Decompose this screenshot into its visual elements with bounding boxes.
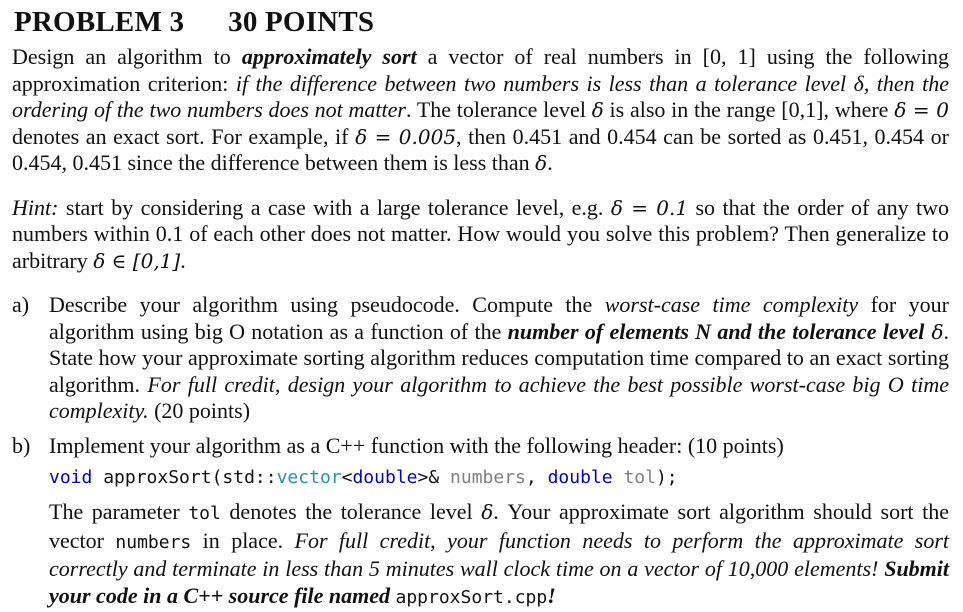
part-b: b) Implement your algorithm as a C++ fun…	[12, 433, 949, 612]
part-b-text-7: in place.	[191, 527, 295, 553]
hint-text-1: start by considering a case with a large…	[58, 194, 611, 220]
part-a-text: Describe your algorithm using pseudocode…	[49, 292, 949, 425]
delta-example-expression: δ = 0.005	[355, 124, 457, 149]
code-end: );	[655, 467, 678, 488]
part-b-text-1: The parameter	[49, 499, 189, 524]
part-a-label: a)	[12, 292, 30, 317]
code-param-tol: tol	[623, 467, 656, 488]
problem-statement: Design an algorithm to approximately sor…	[12, 44, 949, 177]
hint-paragraph: Hint: start by considering a case with a…	[12, 195, 949, 275]
intro-text-1: Design an algorithm to	[12, 44, 242, 69]
part-b-text-3: denotes the tolerance level	[220, 499, 482, 524]
delta-symbol: δ	[481, 500, 494, 524]
problem-points: 30 POINTS	[228, 6, 375, 38]
problem-heading: PROBLEM 3 30 POINTS	[14, 4, 949, 40]
code-function-name: approxSort(std::	[92, 467, 277, 488]
code-angle-close-ref: >&	[417, 467, 451, 488]
delta-symbol: δ	[535, 151, 548, 175]
intro-text-5: . The tolerance level	[405, 97, 592, 122]
code-keyword-void: void	[49, 467, 93, 488]
submission-exclamation: !	[547, 582, 556, 608]
delta-zero-expression: δ = 0	[894, 98, 949, 122]
code-comma: ,	[525, 467, 548, 488]
delta-symbol: δ	[591, 98, 604, 122]
part-b-body: Implement your algorithm as a C++ functi…	[49, 433, 949, 612]
inline-code-filename: approxSort.cpp	[395, 586, 548, 608]
part-b-instruction: Implement your algorithm as a C++ functi…	[49, 432, 784, 458]
code-type-vector: vector	[276, 467, 342, 488]
part-a: a) Describe your algorithm using pseudoc…	[12, 292, 949, 425]
part-a-text-1: Describe your algorithm using pseudocode…	[49, 292, 605, 317]
hint-text-5: .	[180, 247, 186, 273]
code-keyword-double: double	[352, 467, 418, 488]
intro-text-13: .	[547, 150, 553, 175]
function-of-n-and-delta-emphasis: number of elements N and the tolerance l…	[507, 318, 925, 344]
problem-document: PROBLEM 3 30 POINTS Design an algorithm t…	[0, 0, 963, 611]
inline-code-tol: tol	[188, 503, 221, 524]
inline-code-numbers: numbers	[115, 531, 192, 553]
part-a-points: (20 points)	[148, 398, 251, 423]
part-b-label: b)	[12, 432, 31, 458]
code-angle-open: <	[341, 467, 353, 488]
delta-range-expression: δ ∈ [0,1]	[93, 248, 181, 273]
intro-text-7: is also in the range [0,1], where	[603, 97, 895, 122]
hint-label: Hint:	[12, 194, 59, 220]
code-keyword-double: double	[547, 467, 613, 488]
intro-text-9: denotes an exact sort. For example, if	[12, 123, 356, 149]
function-header-code: void approxSort(std::vector<double>& num…	[49, 465, 949, 491]
part-b-description: The parameter tol denotes the tolerance …	[49, 499, 949, 611]
delta-example-expression: δ = 0.1	[610, 195, 689, 220]
problem-number: PROBLEM 3	[14, 6, 185, 38]
approximately-sort-emphasis: approximately sort	[241, 44, 417, 69]
delta-symbol: δ	[924, 319, 944, 344]
worst-case-complexity-emphasis: worst-case time complexity	[604, 292, 859, 317]
code-param-numbers: numbers	[450, 467, 526, 488]
